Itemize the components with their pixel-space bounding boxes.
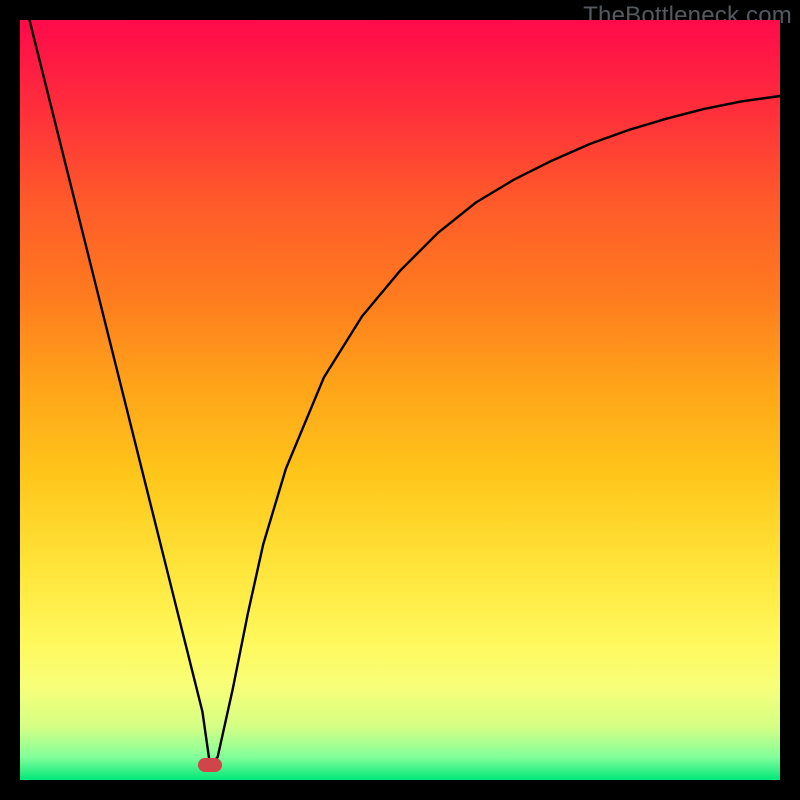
bottleneck-curve <box>20 20 780 765</box>
optimal-point-marker <box>198 758 222 772</box>
chart-frame: TheBottleneck.com <box>0 0 800 800</box>
curve-svg <box>20 20 780 780</box>
plot-area <box>20 20 780 780</box>
